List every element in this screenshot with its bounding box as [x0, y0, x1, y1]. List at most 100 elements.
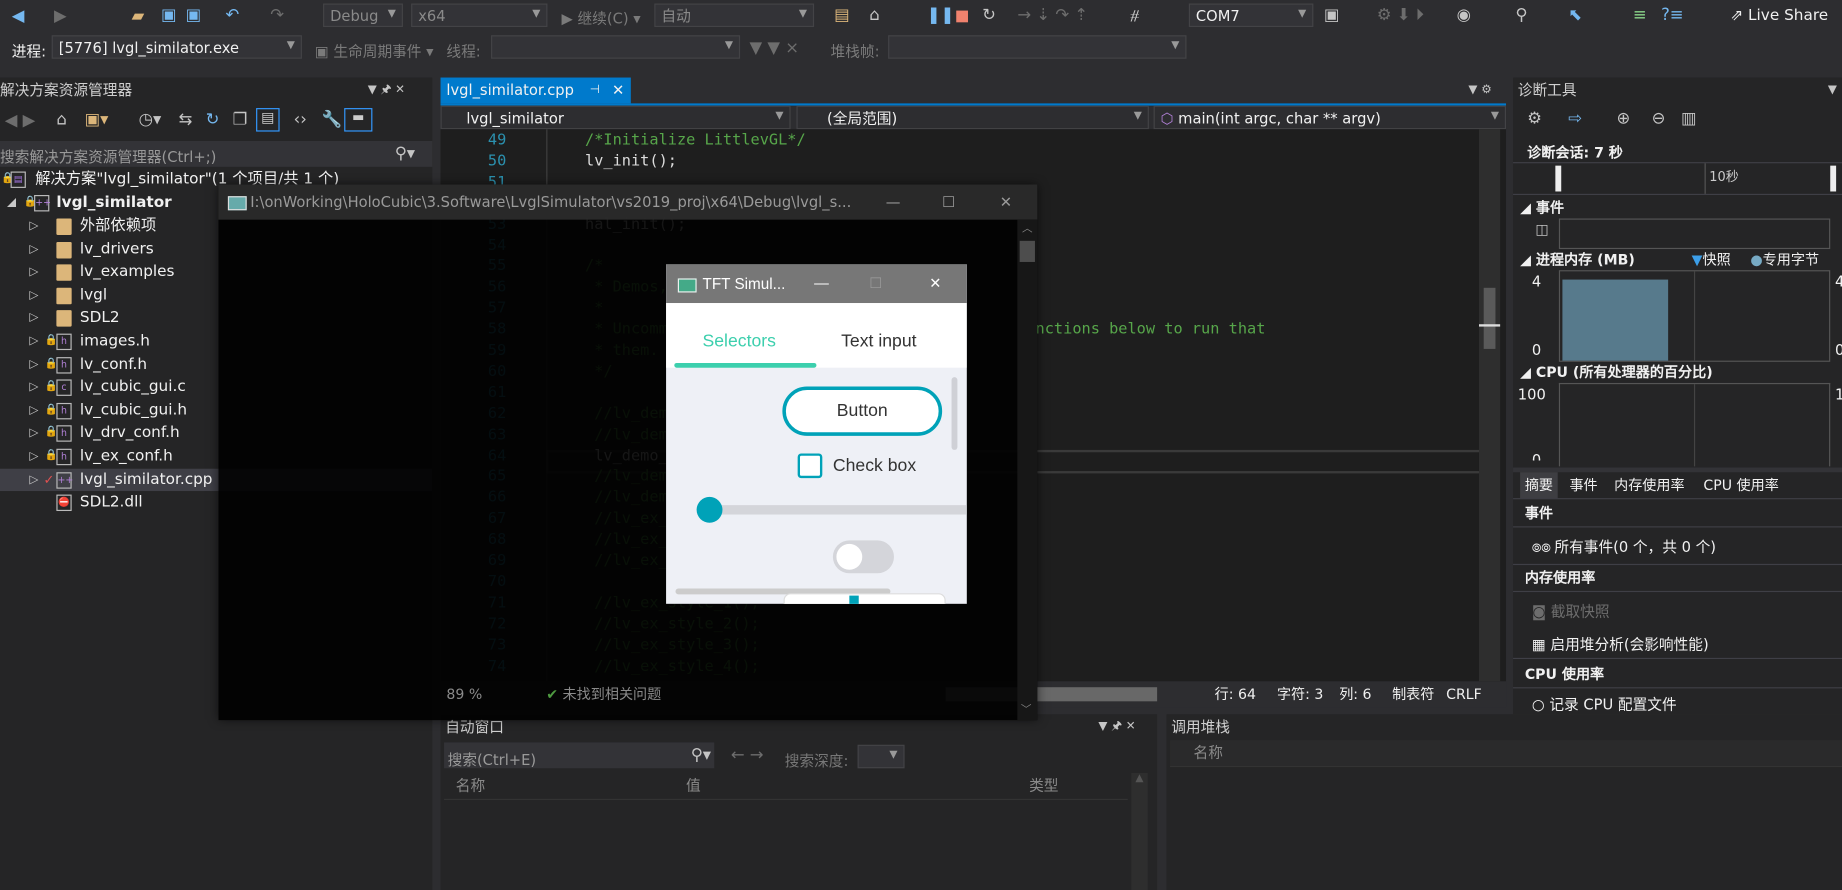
enable-heap-profiling-button[interactable]: ▦ 启用堆分析(会影响性能): [1532, 632, 1709, 654]
code-line[interactable]: lv_init();: [585, 151, 677, 172]
forward-icon[interactable]: ▶: [54, 7, 67, 26]
collapsed-icon[interactable]: ▷: [29, 468, 38, 490]
redo-icon[interactable]: ↷: [270, 6, 284, 25]
cpu-section-header[interactable]: ◢ CPU (所有处理器的百分比): [1520, 362, 1713, 382]
slider-knob[interactable]: [696, 496, 723, 523]
editor-tab[interactable]: lvgl_similator.cpp ⊣ ✕: [440, 77, 631, 104]
minimize-icon[interactable]: —: [814, 264, 829, 303]
zoom-in-icon[interactable]: ⊕: [1616, 109, 1630, 128]
pointer-icon[interactable]: ⬉: [1568, 6, 1582, 25]
column-value[interactable]: 值: [686, 773, 701, 799]
tft-title-bar[interactable]: TFT Simul... — ☐ ✕: [666, 264, 967, 304]
collapsed-icon[interactable]: ▷: [29, 445, 38, 467]
home-window-icon[interactable]: ⌂: [869, 6, 879, 25]
home-icon[interactable]: ⌂: [56, 110, 66, 129]
hex-display-icon[interactable]: ⧣: [1130, 6, 1139, 25]
close-icon[interactable]: ✕: [1000, 184, 1012, 219]
member-nav-dropdown[interactable]: ⬡ main(int argc, char ** argv) ▼: [1153, 105, 1507, 130]
search-icon[interactable]: ⚲▾: [691, 746, 711, 765]
panel-menu-icon[interactable]: ▼: [1828, 81, 1837, 100]
continue-button[interactable]: ▶ 继续(C) ▾: [562, 6, 641, 28]
diagnostics-tab[interactable]: 事件: [1565, 472, 1603, 498]
collapsed-icon[interactable]: ▷: [29, 399, 38, 421]
close-icon[interactable]: ✕: [612, 78, 624, 104]
collapsed-icon[interactable]: ▷: [29, 422, 38, 444]
record-cpu-profile-button[interactable]: ○ 记录 CPU 配置文件: [1532, 692, 1677, 714]
column-name[interactable]: 名称: [456, 773, 485, 799]
status-eol[interactable]: CRLF: [1446, 681, 1482, 707]
timeline-end-handle[interactable]: [1830, 165, 1837, 192]
column-name[interactable]: 名称: [1194, 740, 1223, 766]
open-folder-icon[interactable]: ▰: [132, 7, 145, 26]
lvgl-switch[interactable]: [832, 540, 894, 574]
scrollbar-thumb[interactable]: [1019, 240, 1035, 262]
panel-menu-icon[interactable]: ▼ 🖈 ✕: [1098, 718, 1135, 737]
tab-overflow-icon[interactable]: ▼ ⚙: [1468, 81, 1491, 100]
refresh-icon[interactable]: ↻: [206, 110, 220, 129]
diagnostics-tab[interactable]: 内存使用率: [1609, 472, 1689, 498]
code-line[interactable]: /*Initialize LittlevGL*/: [585, 130, 806, 151]
lvgl-slider[interactable]: [696, 496, 967, 523]
cpu-chart[interactable]: [1558, 382, 1831, 467]
help-icon[interactable]: ?≡: [1661, 6, 1684, 25]
panel-menu-icon[interactable]: ▼ 🖈 ✕: [368, 81, 405, 100]
device-icon[interactable]: ▣: [1324, 6, 1340, 25]
collapsed-icon[interactable]: ▷: [29, 330, 38, 352]
collapsed-icon[interactable]: ▷: [29, 215, 38, 237]
console-title-bar[interactable]: I:\onWorking\HoloCubic\3.Software\LvglSi…: [218, 184, 1038, 220]
back-icon[interactable]: ◀ ▶: [5, 112, 36, 131]
collapsed-icon[interactable]: ▷: [29, 238, 38, 260]
platform-dropdown[interactable]: x64 ▼: [411, 3, 548, 28]
thread-dropdown[interactable]: ▼: [491, 35, 741, 59]
stop-icon[interactable]: [956, 10, 968, 23]
config-dropdown[interactable]: Debug ▼: [323, 3, 403, 28]
timeline-ruler[interactable]: 10秒: [1513, 162, 1842, 196]
search-back-forward-icon[interactable]: ← →: [731, 746, 764, 765]
continue-mode-dropdown[interactable]: 自动 ▼: [654, 3, 815, 28]
tft-simulator-window[interactable]: TFT Simul... — ☐ ✕ Selectors Text input …: [666, 264, 967, 604]
events-section-header[interactable]: ◢ 事件: [1520, 197, 1564, 217]
zoom-level[interactable]: 89 %: [446, 681, 482, 707]
pause-events-icon[interactable]: ◫: [1535, 220, 1548, 239]
stop-circle-icon[interactable]: ◉: [1457, 6, 1471, 25]
scope-nav-dropdown[interactable]: (全局范围) ▼: [796, 105, 1149, 130]
tft-scrollbar[interactable]: [951, 377, 958, 450]
sync-icon[interactable]: ⇆: [179, 110, 193, 129]
live-share-button[interactable]: ⇗ Live Share: [1730, 7, 1828, 25]
checkbox-box[interactable]: [797, 453, 823, 479]
code-icon[interactable]: ‹›: [294, 110, 307, 129]
lvgl-button[interactable]: Button: [782, 386, 943, 436]
take-snapshot-button[interactable]: ◙ 截取快照: [1532, 599, 1610, 621]
properties-icon[interactable]: 🔧: [322, 110, 342, 129]
pause-icon[interactable]: ❚❚: [927, 6, 955, 25]
memory-chart[interactable]: [1558, 270, 1831, 362]
save-all-icon[interactable]: ▣: [186, 6, 202, 25]
export-icon[interactable]: ⇨: [1568, 109, 1582, 128]
expanded-icon[interactable]: ◢: [7, 191, 16, 213]
diagnostics-tab[interactable]: CPU 使用率: [1699, 472, 1784, 498]
step-over-icon[interactable]: → ⇣ ↷ ⇡: [1017, 6, 1088, 25]
maximize-icon[interactable]: ☐: [942, 184, 955, 219]
collapsed-icon[interactable]: ▷: [29, 376, 38, 398]
zoom-out-icon[interactable]: ⊖: [1652, 109, 1666, 128]
settings-icon[interactable]: ⚙ ⬇ ⏵: [1377, 6, 1424, 25]
solution-search-input[interactable]: 搜索解决方案资源管理器(Ctrl+;) ⚲▾: [0, 140, 433, 167]
search-depth-dropdown[interactable]: ▼: [857, 744, 905, 769]
minimize-icon[interactable]: —: [886, 184, 901, 219]
collapsed-icon[interactable]: ▷: [29, 353, 38, 375]
close-icon[interactable]: ✕: [929, 264, 941, 303]
save-icon[interactable]: ▣: [161, 6, 177, 25]
pin-icon[interactable]: ⊣: [590, 78, 600, 104]
collapsed-icon[interactable]: ▷: [29, 261, 38, 283]
lifecycle-events-button[interactable]: ▣ 生命周期事件 ▾: [315, 39, 434, 61]
autos-scrollbar[interactable]: ▲: [1131, 772, 1148, 890]
show-all-files-icon[interactable]: ▤: [256, 108, 280, 132]
all-events-link[interactable]: ⦾⦾ 所有事件(0 个，共 0 个): [1532, 535, 1716, 557]
device-dropdown[interactable]: COM7 ▼: [1188, 3, 1314, 28]
process-dropdown[interactable]: [5776] lvgl_similator.exe ▼: [51, 35, 302, 59]
collapse-all-icon[interactable]: ❐: [233, 110, 248, 129]
column-type[interactable]: 类型: [1029, 773, 1058, 799]
project-nav-dropdown[interactable]: lvgl_similator ▼: [440, 105, 791, 130]
chart-options-icon[interactable]: ▥: [1681, 109, 1697, 128]
preview-icon[interactable]: ▬: [344, 108, 373, 132]
